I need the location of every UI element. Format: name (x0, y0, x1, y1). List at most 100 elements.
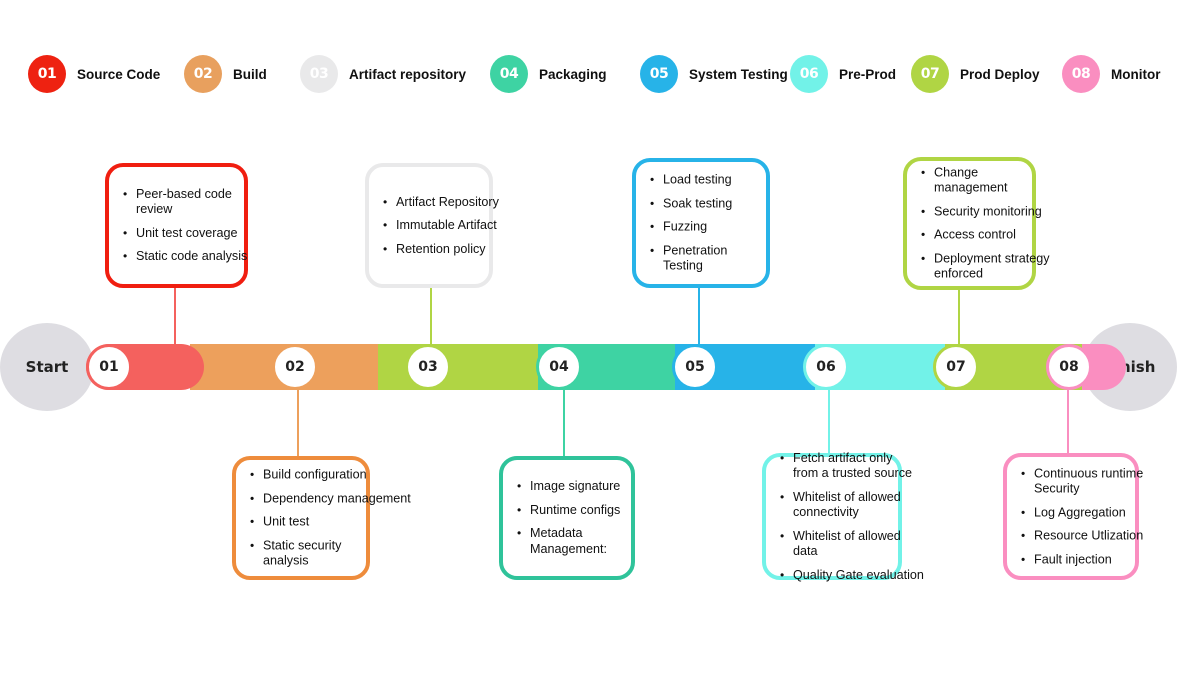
callout-monitor[interactable]: Continuous runtimeSecurity Log Aggregatio… (1003, 453, 1143, 580)
legend-badge-icon: 07 (911, 55, 949, 93)
legend-badge-icon: 05 (640, 55, 678, 93)
callout-item-text: Fetch artifact only (793, 450, 893, 465)
timeline-node-05[interactable]: 05 (672, 344, 718, 390)
callout-item-text: Image signature (530, 479, 621, 493)
callout-build[interactable]: Build configuration Dependency management… (232, 456, 411, 580)
legend-item-label: Packaging (539, 66, 607, 82)
callout-item-text: Security monitoring (934, 204, 1042, 218)
callout-item-text: Metadata (530, 526, 583, 540)
callout-list-item: Load testing (650, 172, 870, 188)
callout-list-item: Peer-based codereview (123, 187, 343, 218)
callout-list-item: Static securityanalysis (250, 538, 470, 569)
legend-item-06[interactable]: 06 Pre-Prod (790, 55, 896, 93)
legend-item-05[interactable]: 05 System Testing (640, 55, 788, 93)
callout-list-item: Access control (921, 228, 1141, 244)
timeline-node-07[interactable]: 07 (933, 344, 979, 390)
timeline-node-01[interactable]: 01 (86, 344, 132, 390)
legend-item-label: System Testing (689, 66, 788, 82)
callout-list-item: MetadataManagement: (517, 526, 737, 557)
callout-list-item: Log Aggregation (1021, 505, 1200, 521)
callout-system-testing[interactable]: Load testing Soak testing Fuzzing Penetrati… (632, 158, 770, 288)
callout-list-item: Static code analysis (123, 249, 343, 265)
timeline-segment-05[interactable] (657, 344, 815, 390)
callout-item-text-cont: Security (1034, 481, 1080, 496)
timeline-segment-06[interactable] (790, 344, 945, 390)
callout-list: Peer-based codereview Unit test coverage S… (123, 187, 343, 265)
callout-list-item: Fault injection (1021, 552, 1200, 568)
callout-list-item: Changemanagement (921, 165, 1141, 196)
callout-item-text: Resource Utlization (1034, 528, 1144, 543)
callout-item-text: Load testing (663, 172, 732, 187)
legend-item-02[interactable]: 02 Build (184, 55, 267, 93)
callout-source-code[interactable]: Peer-based codereview Unit test coverage S… (105, 163, 248, 288)
timeline-node-08[interactable]: 08 (1046, 344, 1092, 390)
callout-item-text: Immutable Artifact (396, 217, 497, 232)
callout-item-text-cont: data (793, 543, 818, 558)
callout-item-text: Static code analysis (136, 249, 248, 263)
connector-line-packaging (563, 390, 565, 456)
connector-line-build (297, 390, 299, 456)
callout-item-text-cont: from a trusted source (793, 465, 912, 480)
legend-item-label: Artifact repository (349, 66, 467, 82)
timeline-node-02[interactable]: 02 (272, 344, 318, 390)
callout-list-item: Image signature (517, 479, 737, 495)
timeline-node-06[interactable]: 06 (803, 344, 849, 390)
callout-pre-prod[interactable]: Fetch artifact onlyfrom a trusted source… (762, 450, 924, 582)
callout-list-item: Deployment strategyenforced (921, 251, 1141, 282)
callout-prod-deploy[interactable]: Changemanagement Security monitoring Acces… (903, 157, 1050, 290)
legend-badge-icon: 02 (184, 55, 222, 93)
callout-item-text: Penetration (663, 242, 728, 257)
callout-item-text: Access control (934, 227, 1016, 242)
timeline-segment-03[interactable] (378, 344, 538, 390)
timeline-segment-08[interactable] (1046, 344, 1126, 390)
callout-list-item: Resource Utlization (1021, 528, 1200, 544)
callout-item-text-cont: enforced (934, 266, 984, 281)
legend-badge-icon: 01 (28, 55, 66, 93)
callout-item-text: Retention policy (396, 241, 486, 256)
callout-list: Fetch artifact onlyfrom a trusted source… (780, 450, 1000, 583)
legend-item-07[interactable]: 07 Prod Deploy (911, 55, 1040, 93)
callout-item-text: Peer-based code (136, 186, 232, 201)
connector-line-artifact-repository (430, 288, 432, 344)
callout-list-item: Fetch artifact onlyfrom a trusted source (780, 450, 1000, 481)
callout-list-item: Quality Gate evaluation (780, 567, 1000, 583)
callout-packaging[interactable]: Image signature Runtime configs MetadataMa… (499, 456, 635, 580)
legend-item-03[interactable]: 03 Artifact repository (300, 55, 466, 93)
callout-list-item: Retention policy (383, 241, 603, 257)
timeline-node-03[interactable]: 03 (405, 344, 451, 390)
callout-item-text-cont: management (934, 180, 1008, 195)
callout-item-text-cont: analysis (263, 553, 309, 568)
callout-item-text: Whitelist of allowed (793, 528, 901, 543)
callout-artifact-repository[interactable]: Artifact Repository Immutable Artifact Ret… (365, 163, 499, 288)
timeline-segment-04[interactable] (520, 344, 675, 390)
timeline-node-04[interactable]: 04 (536, 344, 582, 390)
callout-list-item: Runtime configs (517, 503, 737, 519)
pipeline-diagram: 01 Source Code 02 Build 03 Artifact repositor… (0, 0, 1200, 675)
callout-item-text: Dependency management (263, 490, 411, 505)
legend-item-01[interactable]: 01 Source Code (28, 55, 160, 93)
callout-list: Continuous runtimeSecurity Log Aggregatio… (1021, 466, 1200, 568)
callout-item-text: Runtime configs (530, 502, 621, 517)
callout-list-item: Artifact Repository (383, 194, 603, 210)
timeline-segment-01[interactable] (86, 344, 204, 390)
timeline-segment-02[interactable] (190, 344, 378, 390)
legend-item-08[interactable]: 08 Monitor (1062, 55, 1161, 93)
connector-line-source-code (174, 288, 176, 344)
callout-item-text: Fuzzing (663, 219, 708, 234)
callout-item-text: Soak testing (663, 195, 733, 210)
legend-badge-icon: 06 (790, 55, 828, 93)
callout-list-item: Whitelist of alloweddata (780, 528, 1000, 559)
callout-item-text: Deployment strategy (934, 251, 1050, 265)
legend-item-04[interactable]: 04 Packaging (490, 55, 607, 93)
timeline-start-cap: Start (0, 323, 94, 411)
callout-list-item: Soak testing (650, 196, 870, 212)
legend-item-label: Build (233, 66, 267, 82)
callout-item-text: Unit test (263, 514, 310, 529)
timeline-segment-07[interactable] (922, 344, 1082, 390)
callout-list-item: Fuzzing (650, 219, 870, 235)
connector-line-pre-prod (828, 390, 830, 453)
timeline-finish-cap: Finish (1083, 323, 1177, 411)
callout-item-text: Build configuration (263, 467, 367, 482)
callout-item-text: Whitelist of allowed (793, 489, 901, 504)
callout-list-item: Whitelist of allowedconnectivity (780, 489, 1000, 520)
